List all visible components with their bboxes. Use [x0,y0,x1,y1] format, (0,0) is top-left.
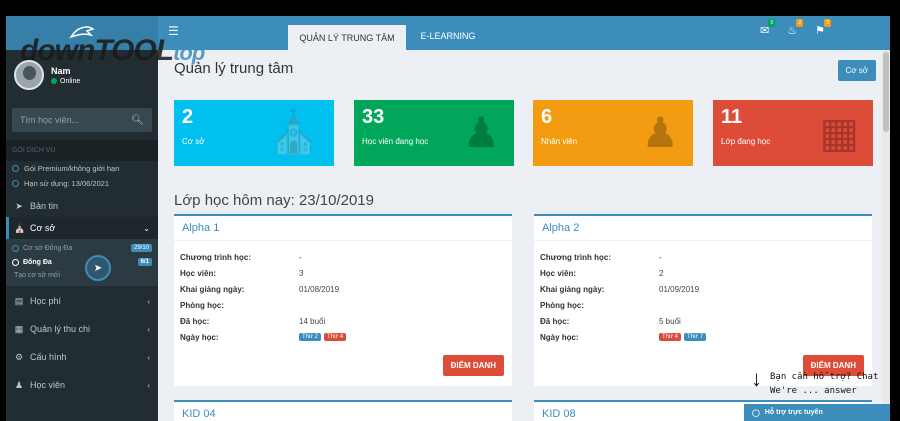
app-window: Nam Online 🔍︎ GÓI DỊCH VỤ Gói Premium/kh… [6,16,890,421]
scrollbar[interactable] [882,50,890,421]
stat-box-staff[interactable]: 6 Nhân viên ♟ [533,100,693,166]
user-icon: ♟ [14,379,24,390]
circle-icon [12,165,19,172]
section-header: GÓI DỊCH VỤ [6,140,158,161]
top-navbar: ☰ QUẢN LÝ TRUNG TÂM E-LEARNING ✉ 5 ♨ 2 ⚑ 3 [158,16,890,50]
bank-icon: ⛪ [267,108,320,155]
chat-bubble-icon: ◯ [752,409,760,417]
chevron-left-icon: ‹ [147,324,150,334]
calculator-icon: ▦ [14,323,24,334]
class-row-students: Học viên: 2 [540,268,664,278]
chevron-left-icon: ‹ [147,352,150,362]
today-heading: Lớp học hôm nay: 23/10/2019 [174,192,374,209]
campus-submenu: Cơ sở Đống Đa 29/10 Đống Đa 6/1 Tạo cơ s… [6,239,158,286]
sidebar-item-finance[interactable]: ▦ Quản lý thu chi ‹ [6,318,158,340]
bell-badge: 2 [796,19,804,27]
bank-icon: ⛪ [14,222,26,233]
chevron-left-icon: ‹ [147,296,150,306]
pointer-arrow-icon: ↓ [751,366,762,391]
mail-icon[interactable]: ✉ 5 [760,19,776,37]
class-row-done: Đã học: 5 buổi [540,316,681,326]
campus-button[interactable]: Cơ sở [837,60,876,81]
campus-sub-item-current[interactable]: Đống Đa 6/1 [6,255,158,269]
class-row-done: Đã học: 14 buổi [180,316,326,326]
sidebar: Nam Online 🔍︎ GÓI DỊCH VỤ Gói Premium/kh… [6,16,158,421]
gears-icon: ⚙ [14,351,24,362]
click-highlight: ➤ [85,255,111,281]
class-name[interactable]: KID 04 [174,402,512,421]
campus-badge: 29/10 [130,244,152,252]
class-name[interactable]: Alpha 2 [534,216,872,241]
day-badge: Thứ 4 [324,333,347,341]
watermark-logo: downTOOLtop [20,34,205,67]
scroll-thumb[interactable] [883,52,889,132]
user-status-label: Online [60,77,81,85]
day-badge: Thứ 7 [684,333,707,341]
create-campus-link[interactable]: Tạo cơ sở mới [6,269,158,282]
sidebar-item-settings[interactable]: ⚙ Cấu hình ‹ [6,346,158,368]
sidebar-item-news[interactable]: ➤ Bản tin [6,195,158,217]
sidebar-item-campus[interactable]: ⛪ Cơ sở ⌄ [6,217,158,239]
online-dot-icon [51,78,57,84]
class-card: Alpha 2 Chương trình học: - Học viên: 2 Kh… [534,214,872,386]
campus-badge: 6/1 [137,258,152,266]
class-row-room: Phòng học: [540,300,584,310]
stat-box-students[interactable]: 33 Học viên đang học ♟ [354,100,514,166]
class-card: KID 04 [174,400,512,421]
class-row-students: Học viên: 3 [180,268,304,278]
attendance-button[interactable]: ĐIỂM DANH [442,355,504,376]
tab-center-management[interactable]: QUẢN LÝ TRUNG TÂM [288,22,406,50]
circle-icon [12,258,19,266]
search-input[interactable] [20,115,120,125]
class-row-start: Khai giảng ngày: 01/09/2019 [540,284,700,294]
stat-box-campus[interactable]: 2 Cơ sở ⛪ [174,100,334,166]
day-badge: Thứ 4 [659,333,682,341]
sidebar-item-students[interactable]: ♟ Học viên ‹ [6,374,158,396]
tab-elearning[interactable]: E-LEARNING [413,22,483,50]
money-icon: ▤ [14,295,24,306]
campus-sub-item[interactable]: Cơ sở Đống Đa 29/10 [6,241,158,255]
class-row-program: Chương trình học: - [540,252,662,262]
day-badge: Thứ 2 [299,333,322,341]
circle-icon [12,180,19,187]
chevron-left-icon: ‹ [147,380,150,390]
class-row-room: Phòng học: [180,300,224,310]
main-content: Quản lý trung tâm Cơ sở 2 Cơ sở ⛪ 33 Học… [158,50,890,421]
flag-icon[interactable]: ⚑ 3 [815,19,831,37]
service-item-plan: Gói Premium/không giới hạn [6,161,158,176]
class-row-days: Ngày học: Thứ 4 Thứ 7 [534,329,872,345]
user-icon: ♟ [462,109,500,156]
class-row-start: Khai giảng ngày: 01/08/2019 [180,284,340,294]
flag-badge: 3 [824,19,831,27]
user-status: Online [51,78,80,85]
live-support-tab[interactable]: ◯ Hỗ trợ trực tuyến [744,404,890,421]
service-item-expiry: Hạn sử dụng: 13/06/2021 [6,176,158,191]
class-name[interactable]: Alpha 1 [174,216,512,241]
stat-box-classes[interactable]: 11 Lớp đang học ▦ [713,100,873,166]
sidebar-item-tuition[interactable]: ▤ Học phí ‹ [6,290,158,312]
class-row-days: Ngày học: Thứ 2 Thứ 4 [174,329,512,345]
mail-badge: 5 [768,19,776,27]
class-card: Alpha 1 Chương trình học: - Học viên: 3 Kh… [174,214,512,386]
class-row-program: Chương trình học: - [180,252,302,262]
bell-icon[interactable]: ♨ 2 [787,19,804,37]
cubes-icon: ▦ [819,109,859,156]
search-box: 🔍︎ [12,108,152,132]
search-icon[interactable]: 🔍︎ [131,115,144,126]
user-plus-icon: ♟ [641,109,679,156]
circle-icon [12,244,19,252]
bullhorn-icon: ➤ [15,200,23,211]
chat-hint: Bạn cần hỗ trợ? Chat We're ... answer [770,372,879,396]
chevron-down-icon: ⌄ [143,223,150,233]
